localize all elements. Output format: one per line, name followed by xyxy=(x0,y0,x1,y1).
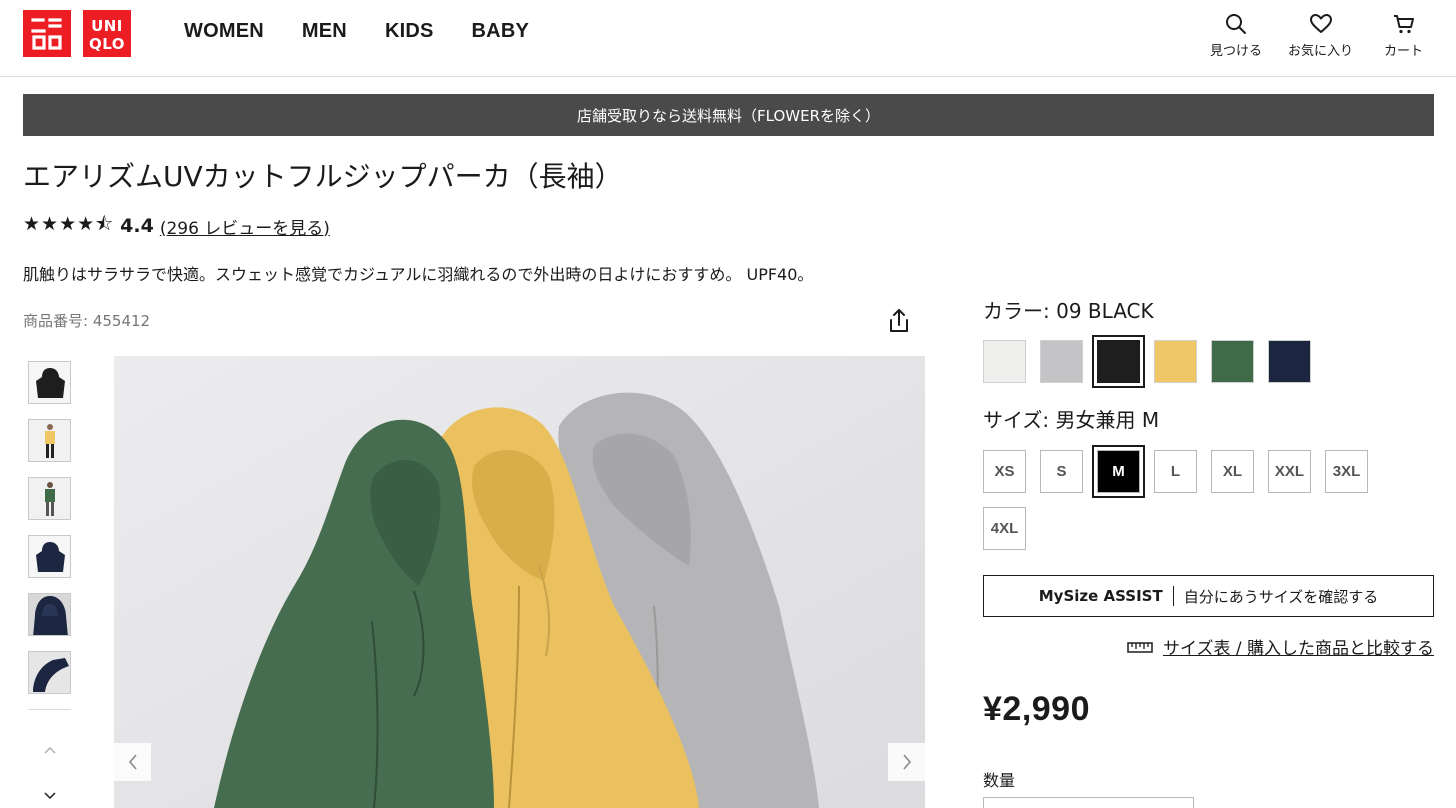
mysize-title: MySize ASSIST xyxy=(1038,587,1163,605)
thumbnail-down-arrow[interactable] xyxy=(28,786,71,806)
rating-stars: ★★★★⯪ xyxy=(23,213,115,235)
thumbnail-3[interactable] xyxy=(28,477,71,520)
thumbnail-up-arrow[interactable] xyxy=(28,740,71,760)
thumbnail-image xyxy=(29,536,70,577)
color-swatch-navy[interactable] xyxy=(1268,340,1311,383)
product-rating: ★★★★⯪ 4.4 (296 レビューを見る) xyxy=(23,210,330,242)
uniqlo-logo[interactable]: UNI QLO xyxy=(23,10,131,57)
nav-men[interactable]: MEN xyxy=(302,20,347,43)
color-swatch-black[interactable] xyxy=(1092,335,1145,388)
color-swatch-gray[interactable] xyxy=(1040,340,1083,383)
size-option-4xl[interactable]: 4XL xyxy=(983,507,1026,550)
thumbnail-image xyxy=(29,652,70,693)
cart-icon xyxy=(1393,15,1414,34)
image-prev-button[interactable] xyxy=(114,743,151,781)
size-option-l[interactable]: L xyxy=(1154,450,1197,493)
size-chart-text: サイズ表 / 購入した商品と比較する xyxy=(1162,639,1434,659)
color-label: カラー: 09 BLACK xyxy=(983,299,1154,323)
site-header: UNI QLO WOMEN MEN KIDS BABY 見つける お気に入り カ… xyxy=(0,0,1456,77)
share-icon[interactable] xyxy=(885,307,913,335)
product-description: 肌触りはサラサラで快適。スウェット感覚でカジュアルに羽織れるので外出時の日よけに… xyxy=(23,265,814,284)
color-swatch-yellow[interactable] xyxy=(1154,340,1197,383)
rating-value: 4.4 xyxy=(120,215,154,237)
thumbnail-divider xyxy=(28,709,71,710)
svg-text:QLO: QLO xyxy=(89,35,125,53)
size-options: XS S M L XL XXL 3XL 4XL xyxy=(983,445,1403,550)
size-option-xxl[interactable]: XXL xyxy=(1268,450,1311,493)
chevron-down-icon xyxy=(43,792,56,800)
product-price: ¥2,990 xyxy=(983,690,1090,728)
product-sku: 商品番号: 455412 xyxy=(23,312,151,330)
size-option-m[interactable]: M xyxy=(1092,445,1145,498)
color-swatches xyxy=(983,335,1311,388)
thumbnail-image xyxy=(29,362,70,403)
favorites-button[interactable]: お気に入り xyxy=(1288,12,1353,59)
shipping-banner[interactable]: 店舗受取りなら送料無料（FLOWERを除く） xyxy=(23,94,1434,136)
favorites-label: お気に入り xyxy=(1288,44,1354,59)
cart-button[interactable]: カート xyxy=(1384,12,1423,59)
size-option-xs[interactable]: XS xyxy=(983,450,1026,493)
search-icon xyxy=(1226,14,1246,34)
reviews-link[interactable]: (296 レビューを見る) xyxy=(160,214,330,239)
thumbnail-6[interactable] xyxy=(28,651,71,694)
thumbnail-2[interactable] xyxy=(28,419,71,462)
header-tools: 見つける お気に入り カート xyxy=(1200,12,1440,60)
thumbnail-5[interactable] xyxy=(28,593,71,636)
product-main-image[interactable] xyxy=(114,356,925,808)
main-nav: WOMEN MEN KIDS BABY xyxy=(184,20,567,43)
chevron-right-icon xyxy=(902,754,911,770)
color-swatch-green[interactable] xyxy=(1211,340,1254,383)
quantity-label: 数量 xyxy=(983,771,1016,790)
nav-women[interactable]: WOMEN xyxy=(184,20,264,43)
heart-icon xyxy=(1309,14,1332,33)
ruler-icon xyxy=(1127,641,1153,653)
logo-katakana xyxy=(23,10,71,57)
banner-text: 店舗受取りなら送料無料（FLOWERを除く） xyxy=(577,106,880,125)
logo-katakana-glyphs xyxy=(31,16,64,50)
logo-latin-glyphs: UNI QLO xyxy=(89,17,125,53)
color-swatch-off-white[interactable] xyxy=(983,340,1026,383)
size-option-s[interactable]: S xyxy=(1040,450,1083,493)
nav-kids[interactable]: KIDS xyxy=(385,20,434,43)
chevron-up-icon xyxy=(43,746,56,754)
thumbnail-image xyxy=(29,594,70,635)
size-option-xl[interactable]: XL xyxy=(1211,450,1254,493)
product-title: エアリズムUVカットフルジップパーカ（長袖） xyxy=(23,160,623,193)
size-option-3xl[interactable]: 3XL xyxy=(1325,450,1368,493)
thumbnail-4[interactable] xyxy=(28,535,71,578)
mysize-text: 自分にあうサイズを確認する xyxy=(1183,587,1379,606)
search-button[interactable]: 見つける xyxy=(1210,12,1262,59)
thumbnail-1[interactable] xyxy=(28,361,71,404)
logo-latin: UNI QLO xyxy=(83,10,131,57)
thumbnail-list xyxy=(28,361,72,806)
svg-text:UNI: UNI xyxy=(91,17,123,35)
quantity-select[interactable] xyxy=(983,797,1194,808)
mysize-divider xyxy=(1172,586,1174,606)
thumbnail-image xyxy=(29,478,70,519)
nav-baby[interactable]: BABY xyxy=(472,20,529,43)
search-label: 見つける xyxy=(1210,44,1263,59)
cart-label: カート xyxy=(1384,44,1424,59)
mysize-assist-button[interactable]: MySize ASSIST 自分にあうサイズを確認する xyxy=(983,575,1434,617)
product-photo xyxy=(114,356,925,808)
image-next-button[interactable] xyxy=(888,743,925,781)
thumbnail-image xyxy=(29,420,70,461)
size-chart-link[interactable]: サイズ表 / 購入した商品と比較する xyxy=(1127,634,1434,659)
chevron-left-icon xyxy=(128,754,137,770)
size-label: サイズ: 男女兼用 M xyxy=(983,408,1160,432)
